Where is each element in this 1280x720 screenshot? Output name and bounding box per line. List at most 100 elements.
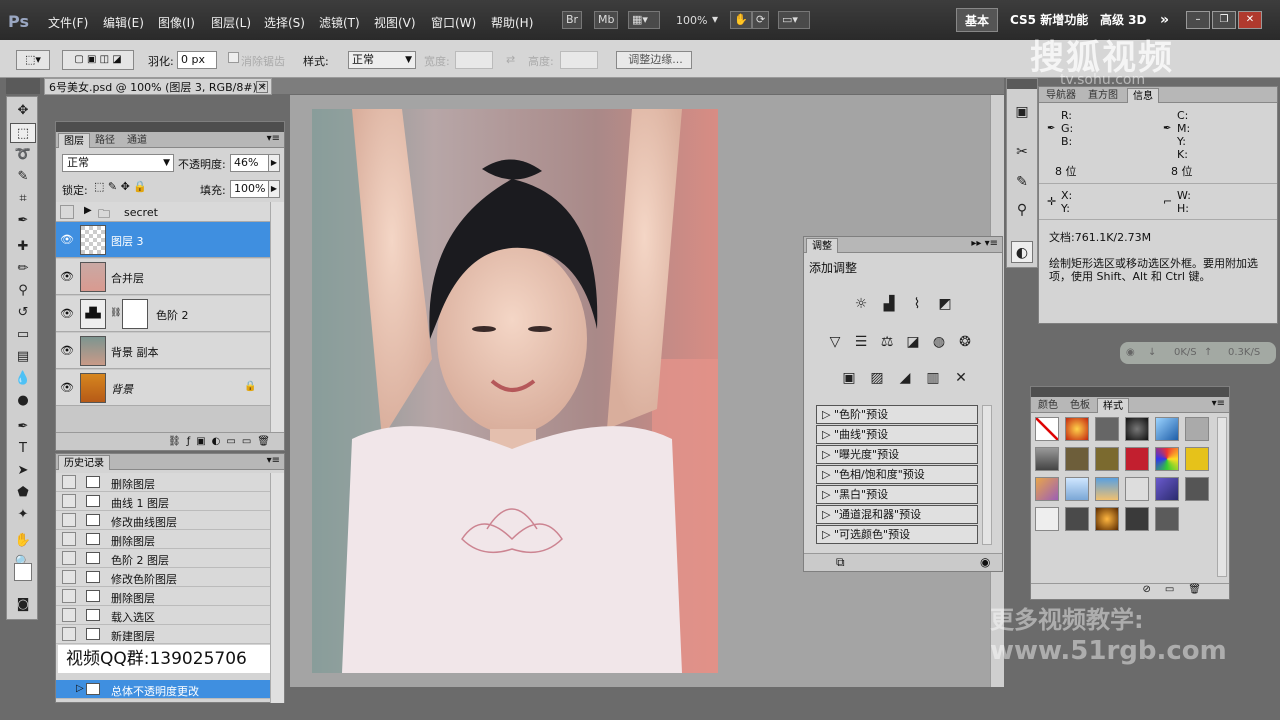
tools-dock-icon[interactable]: ✂ — [1011, 141, 1033, 163]
swap-icon[interactable]: ⇄ — [506, 53, 515, 66]
gradient-tool-icon[interactable]: ▤ — [10, 347, 36, 367]
tab-styles[interactable]: 样式 — [1097, 398, 1129, 413]
healing-brush-icon[interactable]: ✚ — [10, 237, 36, 257]
move-tool-icon[interactable]: ✥ — [10, 101, 36, 121]
tab-navigator[interactable]: 导航器 — [1041, 88, 1081, 103]
tab-close-icon[interactable]: × — [256, 81, 268, 93]
menu-select[interactable]: 选择(S) — [264, 14, 305, 31]
photo-filter-icon[interactable]: ◍ — [928, 331, 950, 353]
preset-hue-saturation[interactable]: ▷ "色相/饱和度"预设 — [816, 465, 978, 484]
workspace-essentials[interactable]: 基本 — [956, 8, 999, 32]
history-checkbox[interactable] — [62, 532, 76, 546]
bridge-button[interactable]: Br — [562, 11, 583, 29]
vibrance-icon[interactable]: ▽ — [824, 331, 846, 353]
style-swatch[interactable] — [1095, 417, 1119, 441]
quick-select-tool-icon[interactable]: ✎ — [10, 167, 36, 187]
eye-icon[interactable]: 👁 — [60, 233, 74, 247]
expand-triangle-icon[interactable]: ▶ — [84, 205, 92, 216]
menu-edit[interactable]: 编辑(E) — [103, 14, 144, 31]
style-swatch[interactable] — [1095, 477, 1119, 501]
eye-icon[interactable]: 👁 — [60, 270, 74, 284]
menu-help[interactable]: 帮助(H) — [491, 14, 533, 31]
layers-scrollbar[interactable] — [270, 202, 284, 432]
style-swatch-none[interactable] — [1035, 417, 1059, 441]
lock-icons[interactable]: ⬚ ✎ ✥ 🔒 — [94, 180, 147, 193]
panel-menu-icon[interactable]: ▾≡ — [267, 133, 280, 144]
history-checkbox[interactable] — [62, 627, 76, 641]
history-checkbox[interactable] — [62, 551, 76, 565]
style-swatch[interactable] — [1185, 477, 1209, 501]
brush-tool-icon[interactable]: ✏ — [10, 259, 36, 279]
zoom-dropdown-icon[interactable]: ▾ — [712, 12, 718, 26]
exposure-icon[interactable]: ◩ — [934, 293, 956, 315]
style-swatch[interactable] — [1155, 507, 1179, 531]
preset-selective-color[interactable]: ▷ "可选颜色"预设 — [816, 525, 978, 544]
hand-tool-icon[interactable]: ✋ — [10, 531, 36, 551]
levels-icon[interactable]: ▟ — [878, 293, 900, 315]
eraser-tool-icon[interactable]: ▭ — [10, 325, 36, 345]
selection-mode-icons[interactable]: ▢ ▣ ◫ ◪ — [62, 50, 134, 70]
style-swatch[interactable] — [1155, 477, 1179, 501]
tab-histogram[interactable]: 直方图 — [1083, 88, 1123, 103]
tab-swatches[interactable]: 色板 — [1065, 398, 1095, 413]
rotate-view-icon[interactable]: ⟳ — [752, 11, 770, 29]
menu-image[interactable]: 图像(I) — [158, 14, 195, 31]
tab-adjustments[interactable]: 调整 — [806, 238, 838, 253]
panel-menu-icon[interactable]: ▾≡ — [267, 455, 280, 466]
restore-icon[interactable]: ❐ — [1212, 11, 1236, 29]
style-swatch[interactable] — [1095, 447, 1119, 471]
channel-mixer-icon[interactable]: ❂ — [954, 331, 976, 353]
close-icon[interactable]: ✕ — [1238, 11, 1262, 29]
layers-bottom-toolbar[interactable]: ⛓ƒ▣◐▭▭🗑 — [56, 432, 284, 450]
history-checkbox[interactable] — [62, 608, 76, 622]
quick-mask-icon[interactable]: ◙ — [10, 595, 36, 615]
layer-row[interactable]: 👁 背景 🔒 — [56, 370, 270, 406]
navigator-dock-icon[interactable]: ▣ — [1011, 101, 1033, 123]
style-swatch[interactable] — [1185, 417, 1209, 441]
styles-bottom-bar[interactable]: ⊘▭🗑 — [1031, 583, 1229, 599]
tab-info[interactable]: 信息 — [1127, 88, 1159, 103]
history-item[interactable]: 删除图层 — [56, 587, 270, 606]
preset-curves[interactable]: ▷ "曲线"预设 — [816, 425, 978, 444]
style-swatch[interactable] — [1065, 507, 1089, 531]
clone-stamp-icon[interactable]: ⚲ — [10, 281, 36, 301]
history-scrollbar[interactable] — [270, 473, 284, 703]
preset-levels[interactable]: ▷ "色阶"预设 — [816, 405, 978, 424]
selective-color-icon[interactable]: ✕ — [950, 367, 972, 389]
type-tool-icon[interactable]: T — [10, 439, 36, 459]
preset-exposure[interactable]: ▷ "曝光度"预设 — [816, 445, 978, 464]
preset-channel-mixer[interactable]: ▷ "通道混和器"预设 — [816, 505, 978, 524]
style-swatch[interactable] — [1035, 477, 1059, 501]
layer-row[interactable]: 👁 ▟▙ ⛓ 色阶 2 — [56, 296, 270, 332]
styles-scrollbar[interactable] — [1217, 417, 1227, 577]
eyedropper-tool-icon[interactable]: ✒ — [10, 211, 36, 231]
style-swatch[interactable] — [1125, 447, 1149, 471]
clone-dock-icon[interactable]: ⚲ — [1011, 199, 1033, 221]
tab-channels[interactable]: 通道 — [122, 133, 152, 148]
history-checkbox[interactable] — [62, 589, 76, 603]
tab-history[interactable]: 历史记录 — [58, 455, 110, 470]
preview-icon[interactable]: ◉ — [980, 555, 990, 569]
tab-color[interactable]: 颜色 — [1033, 398, 1063, 413]
history-item[interactable]: 删除图层 — [56, 473, 270, 492]
history-item[interactable]: 修改曲线图层 — [56, 511, 270, 530]
refine-edge-button[interactable]: 调整边缘... — [616, 51, 692, 69]
crop-tool-icon[interactable]: ⌗ — [10, 189, 36, 209]
history-item[interactable]: 色阶 2 图层 — [56, 549, 270, 568]
document-tab[interactable]: 6号美女.psd @ 100% (图层 3, RGB/8#) * × — [44, 78, 272, 95]
layer-row[interactable]: 👁 合并层 — [56, 259, 270, 295]
curves-icon[interactable]: ⌇ — [906, 293, 928, 315]
gradient-map-icon[interactable]: ▥ — [922, 367, 944, 389]
clip-icon[interactable]: ⧉ — [836, 555, 845, 570]
style-swatch[interactable] — [1125, 477, 1149, 501]
style-swatch[interactable] — [1035, 507, 1059, 531]
foreground-color-swatch[interactable] — [14, 563, 32, 581]
more-workspaces-icon[interactable]: » — [1160, 8, 1169, 32]
menu-window[interactable]: 窗口(W) — [431, 14, 476, 31]
workspace-3d[interactable]: 高级 3D — [1100, 8, 1147, 32]
style-swatch[interactable] — [1155, 417, 1179, 441]
history-item[interactable]: 曲线 1 图层 — [56, 492, 270, 511]
hue-saturation-icon[interactable]: ☰ — [850, 331, 872, 353]
fill-input[interactable]: 100% — [230, 180, 270, 198]
minibridge-button[interactable]: Mb — [594, 11, 619, 29]
